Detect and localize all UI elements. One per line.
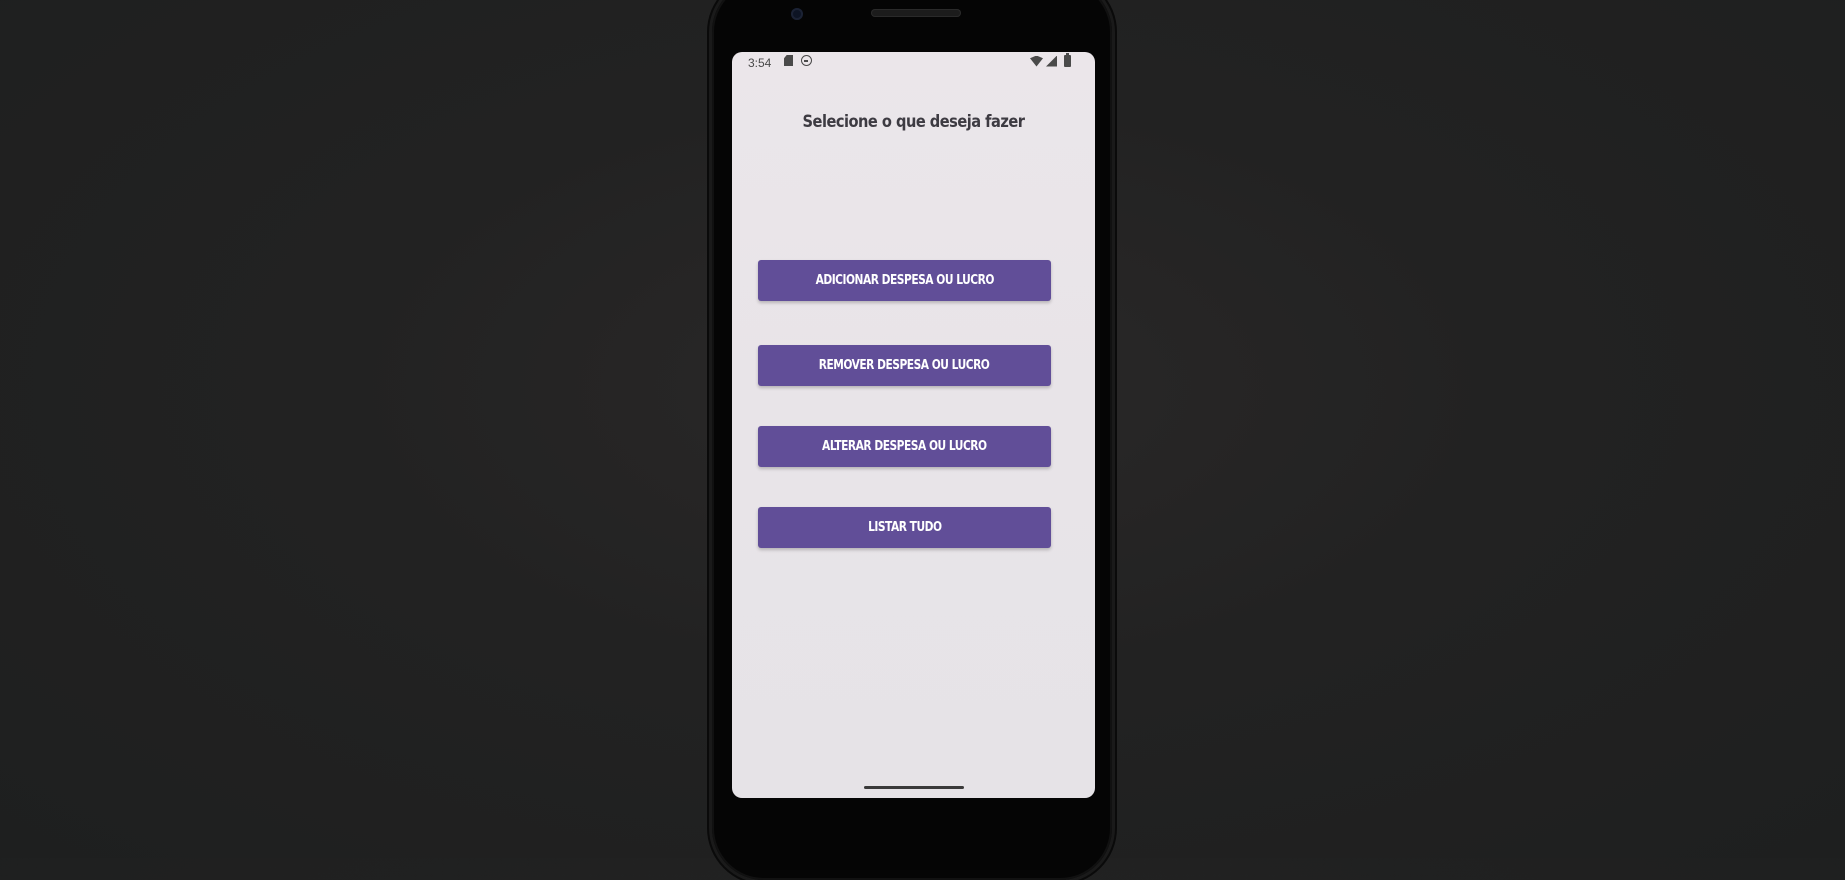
earpiece-speaker	[871, 9, 961, 17]
edit-button-label: ALTERAR DESPESA OU LUCRO	[822, 439, 987, 454]
add-expense-or-profit-button[interactable]: ADICIONAR DESPESA OU LUCRO	[758, 260, 1051, 301]
status-system-icons	[1030, 53, 1071, 67]
status-bar: 3:54	[732, 52, 1095, 74]
signal-icon	[1046, 55, 1057, 67]
phone-screen: 3:54 Selecione o que deseja fazer ADICIO…	[732, 52, 1095, 798]
front-camera	[791, 8, 803, 20]
remove-expense-or-profit-button[interactable]: REMOVER DESPESA OU LUCRO	[758, 345, 1051, 386]
status-notification-icons	[784, 55, 812, 66]
home-gesture-bar[interactable]	[864, 786, 964, 789]
sd-card-icon	[784, 55, 793, 66]
list-all-button[interactable]: LISTAR TUDO	[758, 507, 1051, 548]
face-icon	[801, 55, 812, 66]
add-button-label: ADICIONAR DESPESA OU LUCRO	[815, 273, 994, 288]
battery-icon	[1064, 53, 1071, 67]
wifi-icon	[1030, 55, 1043, 67]
list-all-button-label: LISTAR TUDO	[867, 520, 942, 535]
page-title: Selecione o que deseja fazer	[802, 112, 1025, 132]
edit-expense-or-profit-button[interactable]: ALTERAR DESPESA OU LUCRO	[758, 426, 1051, 467]
status-time: 3:54	[748, 56, 772, 70]
remove-button-label: REMOVER DESPESA OU LUCRO	[819, 358, 990, 373]
